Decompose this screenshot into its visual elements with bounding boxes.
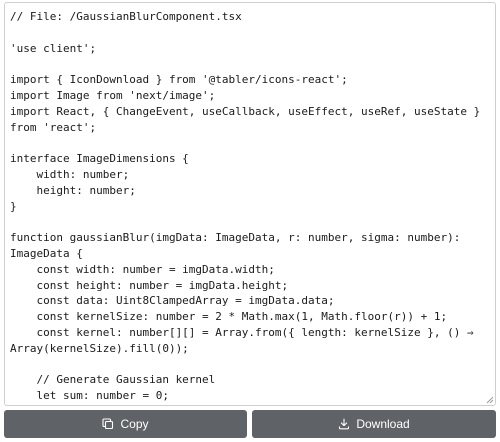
copy-icon — [102, 418, 114, 430]
download-button-label: Download — [356, 417, 410, 431]
code-line: import Image from 'next/image'; — [10, 88, 216, 102]
code-line: } — [10, 199, 17, 213]
resize-grip-icon[interactable] — [486, 396, 494, 404]
code-line: interface ImageDimensions { — [10, 152, 189, 166]
code-line: width: number; — [10, 167, 130, 181]
code-line: Array(kernelSize).fill(0)); — [10, 341, 189, 355]
download-icon — [338, 418, 350, 430]
code-line: import React, { ChangeEvent, useCallback… — [10, 104, 481, 118]
code-line: function gaussianBlur(imgData: ImageData… — [10, 231, 461, 245]
code-line: ImageData { — [10, 246, 83, 260]
code-line: const width: number = imgData.width; — [10, 262, 275, 276]
code-line: const height: number = imgData.height; — [10, 278, 289, 292]
code-line: const kernelSize: number = 2 * Math.max(… — [10, 310, 448, 324]
code-line: // Generate Gaussian kernel — [10, 373, 216, 387]
code-panel[interactable]: // File: /GaussianBlurComponent.tsx 'use … — [4, 2, 496, 406]
code-text[interactable]: // File: /GaussianBlurComponent.tsx 'use … — [10, 9, 483, 405]
copy-button-label: Copy — [120, 417, 149, 431]
code-line: from 'react'; — [10, 120, 97, 134]
code-line: 'use client'; — [10, 41, 97, 55]
code-line: // File: /GaussianBlurComponent.tsx — [10, 10, 242, 23]
code-line: import { IconDownload } from '@tabler/ic… — [10, 73, 348, 87]
download-button[interactable]: Download — [252, 410, 496, 438]
code-viewer: // File: /GaussianBlurComponent.tsx 'use … — [0, 0, 500, 442]
code-line: let sum: number = 0; — [10, 389, 169, 403]
code-line: height: number; — [10, 183, 136, 197]
copy-button[interactable]: Copy — [4, 410, 247, 438]
code-line: const data: Uint8ClampedArray = imgData.… — [10, 294, 335, 308]
scrollbar[interactable] — [485, 3, 495, 405]
code-line: const kernel: number[][] = Array.from({ … — [10, 325, 474, 339]
